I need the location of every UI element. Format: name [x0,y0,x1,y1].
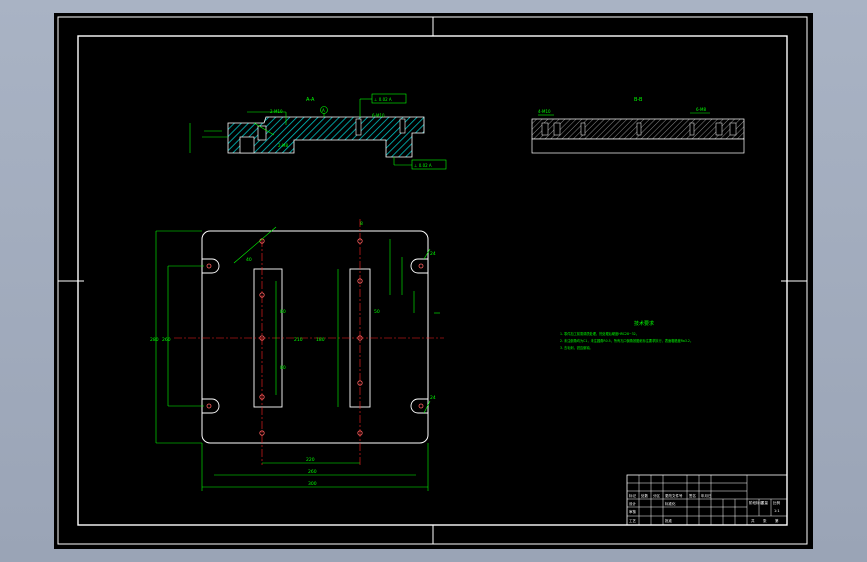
dim-small-a: 40 [246,257,252,263]
datum-label: A [322,108,325,113]
notes-title: 技术要求 [634,320,654,327]
section-b-view[interactable]: B-B 4-M10 6-M8 [531,97,745,154]
plate-outline [201,230,429,444]
tb-m3: 比例 [773,500,781,505]
dim-pitch-b: 80 [280,365,286,371]
tb-m5: 张 [763,518,767,523]
title-block[interactable]: 标记 处数 分区 更改文件号 签名 年月日 设计 标准化 审核 工艺 批准 阶段… [626,474,788,526]
slot-top-right [410,258,428,274]
dim-overall-width: 300 [308,481,317,487]
tb-c4: 更改文件号 [665,493,683,498]
section-a-view[interactable]: A-A 2-M10 2-M8 A ⊥ 0.02 A 6-M10 ⊥ 0.02 A [189,93,447,170]
tb-scale: 1:1 [774,509,780,513]
callout-a2: 2-M8 [278,143,288,148]
callout-b2: 6-M8 [696,107,706,112]
cad-viewport[interactable]: A-A 2-M10 2-M8 A ⊥ 0.02 A 6-M10 ⊥ 0.02 A… [0,0,867,562]
dim-overall-height: 280 [150,337,159,343]
dim-slot-inner: 180 [316,337,325,343]
dim-slot-height: 210 [294,337,303,343]
dim-slot-r-top: 24 [430,251,436,257]
slot-bottom-right [410,398,428,414]
tb-m2: 重量 [761,500,769,505]
tb-m6: 第 [775,518,779,523]
callout-a3: 6-M10 [372,113,385,118]
tolerance-top: ⊥ 0.02 A [374,97,392,102]
tb-c6: 年月日 [701,493,712,498]
section-a-pocket [239,136,255,154]
tb-m4: 共 [751,518,755,523]
section-b-base [531,138,745,154]
tb-c3: 分区 [653,493,661,498]
dim-small-c: 8 [360,221,363,227]
plan-dimensions [155,226,440,491]
inner-frame [77,35,788,526]
dim-inner-width: 260 [308,469,317,475]
tb-c5: 签名 [689,493,696,498]
dim-left-height: 260 [162,337,171,343]
section-a-label: A-A [306,97,315,103]
technical-notes: 技术要求 1. 零件加工前需调质处理，热处理后硬度HRC28~32。 2. 未注… [560,320,693,350]
tb-d2: 标准化 [665,501,676,506]
dim-hole-spacing: 220 [306,457,315,463]
notes-line-2: 2. 未注倒角均为C1，未注圆角R0.5，所有孔口倒角按图纸标注要求执行，表面粗… [560,338,693,343]
tb-d5: 批准 [665,518,673,523]
hole-pattern [206,238,424,436]
tolerance-bottom: ⊥ 0.02 A [414,163,432,168]
drawing-svg: A-A 2-M10 2-M8 A ⊥ 0.02 A 6-M10 ⊥ 0.02 A… [57,16,808,545]
dim-slot-r-bottom: 24 [430,395,436,401]
section-a-hole-1 [355,118,362,136]
dim-small-b: 50 [374,309,380,315]
section-b-label: B-B [634,97,643,103]
tb-d4: 工艺 [629,518,637,523]
callout-a1: 2-M10 [270,109,283,114]
outer-frame [57,16,808,545]
section-a-hole-2 [399,118,406,134]
tb-c1: 标记 [629,493,637,498]
notes-line-3: 3. 去毛刺，锐边倒钝。 [560,345,593,350]
tb-d3: 审核 [629,509,637,514]
section-a-hatch [227,116,425,158]
drawing-canvas[interactable]: A-A 2-M10 2-M8 A ⊥ 0.02 A 6-M10 ⊥ 0.02 A… [54,13,813,549]
slot-bottom-left [202,398,220,414]
notes-line-1: 1. 零件加工前需调质处理，热处理后硬度HRC28~32。 [560,331,639,336]
tb-c2: 处数 [641,493,649,498]
callout-b1: 4-M10 [538,109,551,114]
plan-view[interactable]: 300 260 220 280 260 210 180 80 80 40 50 … [150,219,444,491]
dim-pitch-a: 80 [280,309,286,315]
slot-top-left [202,258,220,274]
tb-d1: 设计 [629,501,637,506]
